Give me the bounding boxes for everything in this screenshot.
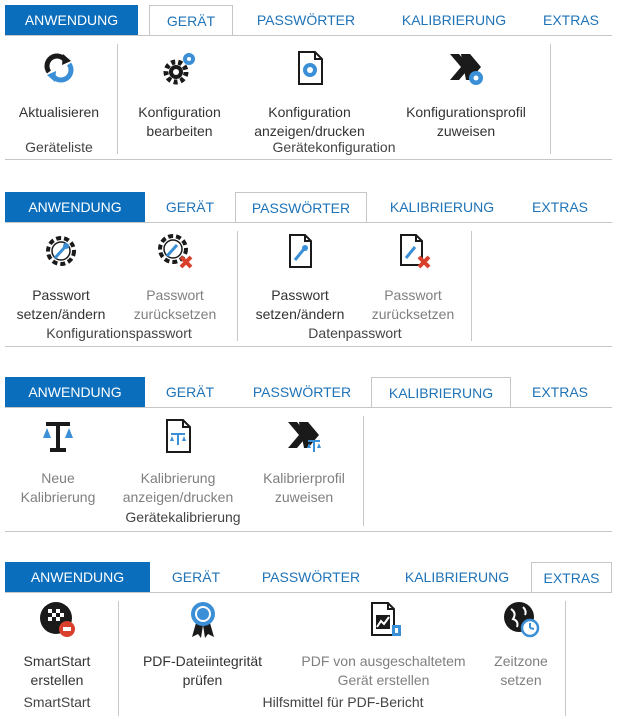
ribbon-panel: Passwort setzen/ändern Passwort zurückse… bbox=[5, 222, 612, 347]
scale-icon bbox=[5, 416, 111, 461]
ribbon-panel: Aktualisieren Geräteliste Konfiguration … bbox=[5, 35, 612, 160]
konfigurationspasswort-setzen-button[interactable]: Passwort setzen/ändern bbox=[5, 231, 117, 324]
gear-key-reset-icon bbox=[117, 231, 233, 276]
badge-icon bbox=[125, 599, 280, 644]
group-label-geraetekalibrierung: Gerätekalibrierung bbox=[125, 509, 241, 525]
button-label: Neue Kalibrierung bbox=[20, 470, 96, 505]
assign-calibration-profile-icon bbox=[249, 416, 359, 461]
group-separator bbox=[363, 416, 364, 526]
tab-anwendung[interactable]: ANWENDUNG bbox=[5, 562, 150, 592]
group-label-geraetekonfiguration: Gerätekonfiguration bbox=[272, 139, 396, 155]
button-label: SmartStart erstellen bbox=[23, 653, 91, 688]
kalibrierung-anzeigen-button[interactable]: Kalibrierung anzeigen/drucken bbox=[113, 416, 243, 507]
tab-kalibrierung[interactable]: KALIBRIERUNG bbox=[386, 562, 528, 592]
button-label: Passwort setzen/ändern bbox=[255, 287, 345, 322]
ribbon-passwoerter: ANWENDUNG GERÄT PASSWÖRTER KALIBRIERUNG … bbox=[0, 192, 612, 347]
assign-config-profile-icon bbox=[386, 48, 546, 93]
group-separator bbox=[550, 44, 551, 154]
tab-passwoerter[interactable]: PASSWÖRTER bbox=[237, 377, 367, 407]
button-label: PDF von ausgeschaltetem Gerät erstellen bbox=[301, 653, 466, 688]
button-label: Aktualisieren bbox=[18, 104, 100, 120]
scale-document-icon bbox=[113, 416, 243, 461]
group-separator bbox=[471, 231, 472, 341]
button-label: Zeitzone setzen bbox=[494, 653, 548, 688]
button-label: Konfiguration anzeigen/drucken bbox=[254, 104, 365, 139]
button-label: Passwort setzen/ändern bbox=[16, 287, 106, 322]
tab-anwendung[interactable]: ANWENDUNG bbox=[5, 192, 145, 222]
group-separator bbox=[565, 601, 566, 716]
button-label: Kalibrierprofil zuweisen bbox=[263, 470, 345, 505]
pdf-von-ausgeschaltetem-geraet-button[interactable]: PDF von ausgeschaltetem Gerät erstellen bbox=[286, 599, 481, 690]
group-label-konfigurationspasswort: Konfigurationspasswort bbox=[46, 325, 192, 341]
refresh-icon bbox=[5, 48, 113, 93]
smartstart-erstellen-button[interactable]: SmartStart erstellen bbox=[5, 599, 109, 690]
group-label-hilfsmittel-pdf: Hilfsmittel für PDF-Bericht bbox=[262, 694, 424, 710]
tab-extras[interactable]: EXTRAS bbox=[516, 192, 604, 222]
tab-kalibrierung[interactable]: KALIBRIERUNG bbox=[374, 192, 510, 222]
button-label: Konfigurationsprofil zuweisen bbox=[406, 104, 526, 139]
tab-extras[interactable]: EXTRAS bbox=[516, 377, 604, 407]
document-key-icon bbox=[242, 231, 358, 276]
ribbon-extras: ANWENDUNG GERÄT PASSWÖRTER KALIBRIERUNG … bbox=[0, 562, 612, 718]
aktualisieren-button[interactable]: Aktualisieren bbox=[5, 48, 113, 122]
tab-bar: ANWENDUNG GERÄT PASSWÖRTER KALIBRIERUNG … bbox=[0, 562, 612, 593]
group-label-datenpasswort: Datenpasswort bbox=[308, 325, 402, 341]
konfigurationsprofil-zuweisen-button[interactable]: Konfigurationsprofil zuweisen bbox=[386, 48, 546, 141]
group-separator bbox=[117, 44, 118, 154]
tab-kalibrierung[interactable]: KALIBRIERUNG bbox=[387, 5, 521, 35]
button-label: Konfiguration bearbeiten bbox=[138, 104, 221, 139]
tab-kalibrierung[interactable]: KALIBRIERUNG bbox=[371, 377, 511, 408]
pdf-chart-icon bbox=[286, 599, 481, 644]
config-document-icon bbox=[243, 48, 376, 93]
neue-kalibrierung-button[interactable]: Neue Kalibrierung bbox=[5, 416, 111, 507]
ribbon-geraet: ANWENDUNG GERÄT PASSWÖRTER KALIBRIERUNG … bbox=[0, 5, 612, 160]
button-label: Passwort zurücksetzen bbox=[371, 287, 455, 322]
tab-geraet[interactable]: GERÄT bbox=[148, 377, 232, 407]
tab-bar: ANWENDUNG GERÄT PASSWÖRTER KALIBRIERUNG … bbox=[0, 377, 612, 408]
datenpasswort-setzen-button[interactable]: Passwort setzen/ändern bbox=[242, 231, 358, 324]
tab-anwendung[interactable]: ANWENDUNG bbox=[5, 5, 138, 35]
gear-edit-icon bbox=[122, 48, 237, 93]
konfiguration-anzeigen-button[interactable]: Konfiguration anzeigen/drucken bbox=[243, 48, 376, 141]
zeitzone-setzen-button[interactable]: Zeitzone setzen bbox=[481, 599, 561, 690]
tab-bar: ANWENDUNG GERÄT PASSWÖRTER KALIBRIERUNG … bbox=[0, 5, 612, 36]
group-separator bbox=[118, 601, 119, 716]
document-key-reset-icon bbox=[358, 231, 468, 276]
tab-extras[interactable]: EXTRAS bbox=[530, 5, 612, 35]
gear-key-icon bbox=[5, 231, 117, 276]
button-label: Kalibrierung anzeigen/drucken bbox=[122, 470, 234, 505]
tab-extras[interactable]: EXTRAS bbox=[531, 562, 612, 593]
ribbon-panel: Neue Kalibrierung Kalibrierung anzeigen/… bbox=[5, 407, 612, 532]
datenpasswort-zuruecksetzen-button[interactable]: Passwort zurücksetzen bbox=[358, 231, 468, 324]
tab-geraet[interactable]: GERÄT bbox=[148, 192, 232, 222]
group-label-geraeteliste: Geräteliste bbox=[25, 139, 93, 155]
group-separator bbox=[237, 231, 238, 341]
kalibrierprofil-zuweisen-button[interactable]: Kalibrierprofil zuweisen bbox=[249, 416, 359, 507]
tab-bar: ANWENDUNG GERÄT PASSWÖRTER KALIBRIERUNG … bbox=[0, 192, 612, 223]
button-label: PDF-Dateiintegrität prüfen bbox=[142, 653, 263, 688]
ribbon-kalibrierung: ANWENDUNG GERÄT PASSWÖRTER KALIBRIERUNG … bbox=[0, 377, 612, 532]
tab-passwoerter[interactable]: PASSWÖRTER bbox=[247, 562, 375, 592]
button-label: Passwort zurücksetzen bbox=[133, 287, 217, 322]
ribbon-panel: SmartStart erstellen SmartStart PDF-Date… bbox=[5, 592, 612, 718]
tab-passwoerter[interactable]: PASSWÖRTER bbox=[235, 192, 367, 223]
pdf-dateiintegritaet-pruefen-button[interactable]: PDF-Dateiintegrität prüfen bbox=[125, 599, 280, 690]
tab-anwendung[interactable]: ANWENDUNG bbox=[5, 377, 145, 407]
tab-geraet[interactable]: GERÄT bbox=[149, 5, 233, 36]
globe-clock-icon bbox=[481, 599, 561, 644]
smartstart-icon bbox=[5, 599, 109, 644]
konfiguration-bearbeiten-button[interactable]: Konfiguration bearbeiten bbox=[122, 48, 237, 141]
konfigurationspasswort-zuruecksetzen-button[interactable]: Passwort zurücksetzen bbox=[117, 231, 233, 324]
tab-geraet[interactable]: GERÄT bbox=[152, 562, 240, 592]
group-label-smartstart: SmartStart bbox=[23, 694, 91, 710]
tab-passwoerter[interactable]: PASSWÖRTER bbox=[245, 5, 367, 35]
